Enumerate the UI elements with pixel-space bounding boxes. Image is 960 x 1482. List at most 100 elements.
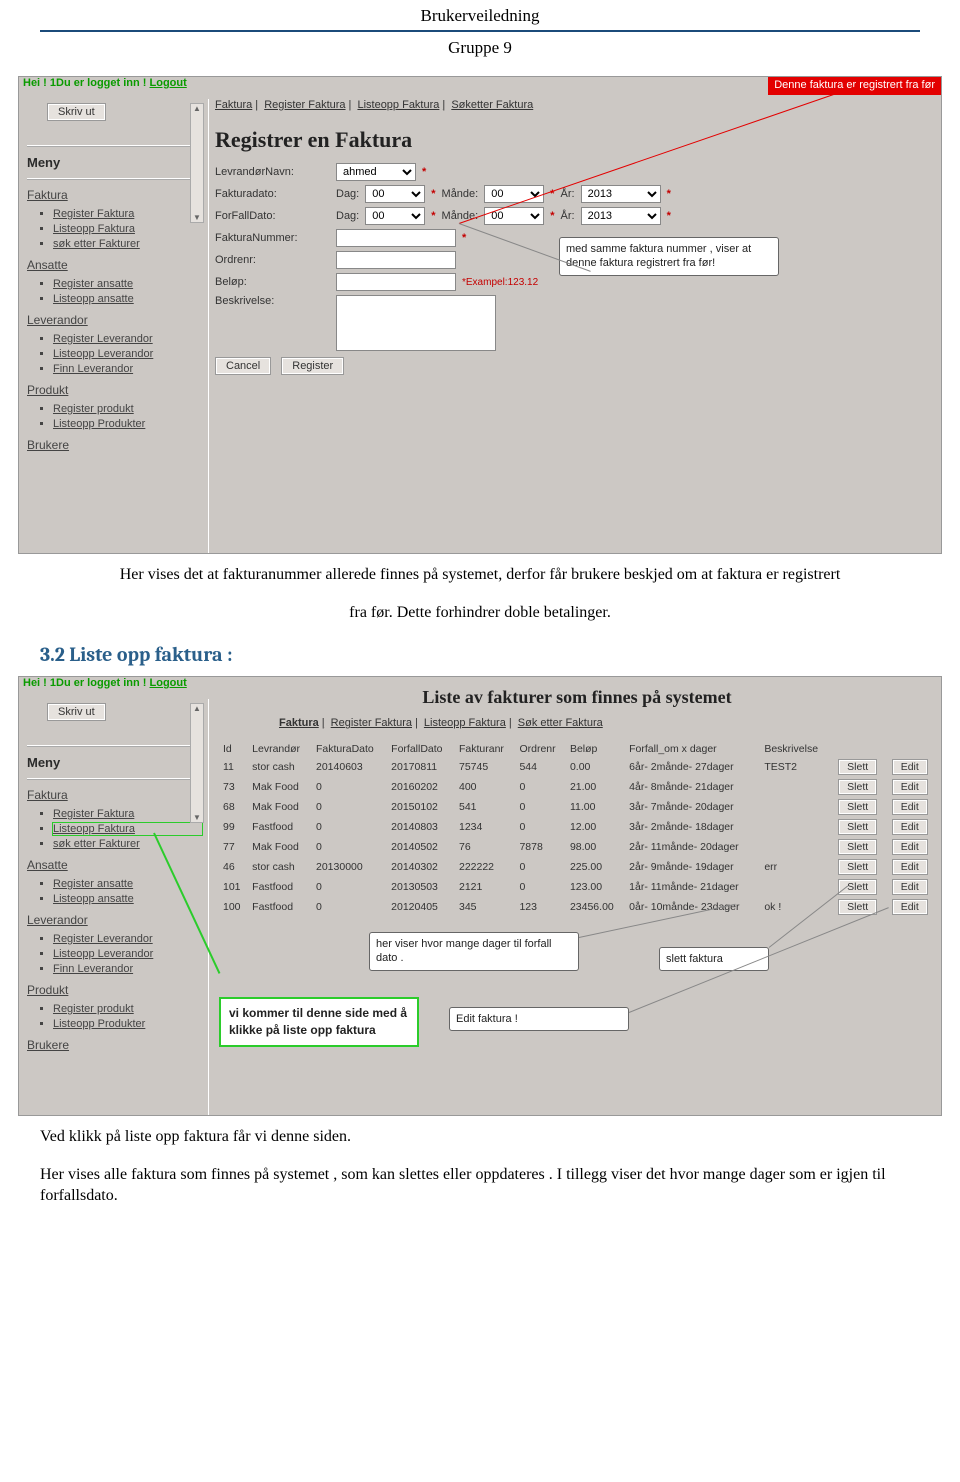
crumb-faktura[interactable]: Faktura (279, 717, 319, 729)
label-mande: Månde: (442, 188, 479, 200)
crumb-register[interactable]: Register Faktura (331, 717, 412, 729)
sidebar-item[interactable]: Listeopp Produkter (53, 1018, 202, 1030)
select-dag1[interactable]: 00 (365, 185, 425, 203)
edit-button[interactable]: Edit (892, 859, 928, 875)
select-mande1[interactable]: 00 (484, 185, 544, 203)
crumb-sok[interactable]: Søk etter Faktura (518, 717, 603, 729)
edit-button[interactable]: Edit (892, 899, 928, 915)
cell: 20140302 (387, 857, 455, 877)
select-dag2[interactable]: 00 (365, 207, 425, 225)
cell: 2121 (455, 877, 515, 897)
edit-button[interactable]: Edit (892, 819, 928, 835)
edit-button[interactable]: Edit (892, 879, 928, 895)
sidebar-title-meny: Meny (27, 755, 202, 770)
slett-button[interactable]: Slett (838, 779, 877, 795)
sidebar-item[interactable]: Listeopp Faktura (53, 223, 202, 235)
label-ar: År: (561, 210, 575, 222)
sidebar-head-ansatte[interactable]: Ansatte (27, 258, 202, 272)
sidebar-item[interactable]: Finn Leverandor (53, 963, 202, 975)
register-button[interactable]: Register (281, 357, 344, 375)
cell: 2år- 9månde- 19dager (625, 857, 760, 877)
cell: Fastfood (248, 817, 312, 837)
edit-button[interactable]: Edit (892, 759, 928, 775)
col-header: Fakturanr (455, 741, 515, 757)
sidebar-scrollbar[interactable] (190, 703, 204, 823)
sidebar-item[interactable]: Listeopp Leverandor (53, 948, 202, 960)
sidebar-head-leverandor[interactable]: Leverandor (27, 313, 202, 327)
paragraph-2b: Her vises alle faktura som finnes på sys… (40, 1164, 920, 1207)
label-fakturadato: Fakturadato: (215, 188, 330, 200)
sidebar-head-produkt[interactable]: Produkt (27, 383, 202, 397)
cell: 1år- 11månde- 21dager (625, 877, 760, 897)
sidebar-item[interactable]: Register Leverandor (53, 333, 202, 345)
cell: 98.00 (566, 837, 625, 857)
sidebar-head-brukere[interactable]: Brukere (27, 1038, 202, 1052)
select-mande2[interactable]: 00 (484, 207, 544, 225)
slett-button[interactable]: Slett (838, 819, 877, 835)
sidebar-item[interactable]: Register Faktura (53, 208, 202, 220)
cell: 21.00 (566, 777, 625, 797)
sidebar-head-faktura[interactable]: Faktura (27, 188, 202, 202)
select-ar1[interactable]: 2013 (581, 185, 661, 203)
sidebar-head-leverandor[interactable]: Leverandor (27, 913, 202, 927)
slett-button[interactable]: Slett (838, 859, 877, 875)
sidebar-scrollbar[interactable] (190, 103, 204, 223)
cell: 6år- 2månde- 27dager (625, 757, 760, 777)
input-belop[interactable] (336, 273, 456, 291)
edit-button[interactable]: Edit (892, 799, 928, 815)
edit-button[interactable]: Edit (892, 779, 928, 795)
sidebar-item-listeopp[interactable]: Listeopp Faktura (53, 823, 202, 835)
sidebar-item[interactable]: Register ansatte (53, 278, 202, 290)
sidebar-head-ansatte[interactable]: Ansatte (27, 858, 202, 872)
col-header: Beløp (566, 741, 625, 757)
print-button[interactable]: Skriv ut (47, 103, 106, 121)
textarea-beskrivelse[interactable] (336, 295, 496, 351)
sidebar-item[interactable]: Register Faktura (53, 808, 202, 820)
input-ordrenr[interactable] (336, 251, 456, 269)
label-ordrenr: Ordrenr: (215, 254, 330, 266)
cell: 76 (455, 837, 515, 857)
sidebar-head-faktura[interactable]: Faktura (27, 788, 202, 802)
sidebar-item[interactable]: søk etter Fakturer (53, 238, 202, 250)
crumb-sok[interactable]: Søketter Faktura (451, 99, 533, 111)
cancel-button[interactable]: Cancel (215, 357, 271, 375)
crumb-register[interactable]: Register Faktura (264, 99, 345, 111)
print-button[interactable]: Skriv ut (47, 703, 106, 721)
sidebar-head-brukere[interactable]: Brukere (27, 438, 202, 452)
cell: 20130503 (387, 877, 455, 897)
slett-button[interactable]: Slett (838, 839, 877, 855)
sidebar-item[interactable]: Listeopp ansatte (53, 893, 202, 905)
cell: TEST2 (760, 757, 830, 777)
cell: 23456.00 (566, 897, 625, 917)
sidebar-item[interactable]: Register Leverandor (53, 933, 202, 945)
crumb-listeopp[interactable]: Listeopp Faktura (424, 717, 506, 729)
cell: stor cash (248, 757, 312, 777)
logout-link[interactable]: Logout (150, 677, 187, 689)
col-header: FakturaDato (312, 741, 387, 757)
sidebar-item[interactable]: Register produkt (53, 403, 202, 415)
crumb-faktura[interactable]: Faktura (215, 99, 252, 111)
slett-button[interactable]: Slett (838, 799, 877, 815)
edit-button[interactable]: Edit (892, 839, 928, 855)
crumb-listeopp[interactable]: Listeopp Faktura (357, 99, 439, 111)
sidebar-item[interactable]: Finn Leverandor (53, 363, 202, 375)
slett-button[interactable]: Slett (838, 759, 877, 775)
table-row: 77Mak Food02014050276787898.002år- 11mån… (219, 837, 935, 857)
label-beskrivelse: Beskrivelse: (215, 295, 330, 307)
select-ar2[interactable]: 2013 (581, 207, 661, 225)
select-leverandor[interactable]: ahmed (336, 163, 416, 181)
sidebar-item[interactable]: søk etter Fakturer (53, 838, 202, 850)
sidebar-item[interactable]: Register produkt (53, 1003, 202, 1015)
sidebar-head-produkt[interactable]: Produkt (27, 983, 202, 997)
sidebar-item[interactable]: Listeopp Leverandor (53, 348, 202, 360)
logout-link[interactable]: Logout (150, 77, 187, 89)
cell (760, 797, 830, 817)
cell: 12.00 (566, 817, 625, 837)
sidebar-item[interactable]: Listeopp ansatte (53, 293, 202, 305)
table-row: 46stor cash20130000201403022222220225.00… (219, 857, 935, 877)
sidebar-item[interactable]: Listeopp Produkter (53, 418, 202, 430)
cell: 4år- 8månde- 21dager (625, 777, 760, 797)
input-fakturanummer[interactable] (336, 229, 456, 247)
cell: 0 (515, 857, 565, 877)
screenshot-liste-faktura: Hei ! 1Du er logget inn ! Logout Skriv u… (18, 676, 942, 1116)
